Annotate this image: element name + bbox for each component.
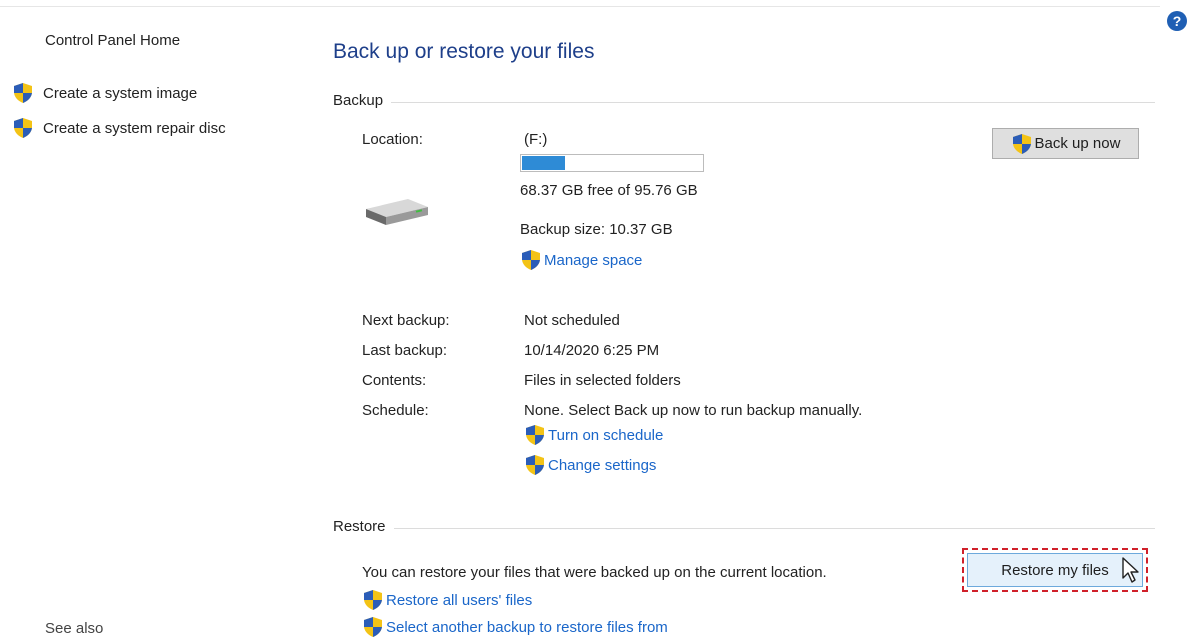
select-another-backup-link[interactable]: Select another backup to restore files f… — [362, 616, 668, 638]
sidebar-item-label: Create a system image — [43, 84, 198, 102]
back-up-now-label: Back up now — [1034, 135, 1121, 152]
location-label: Location: — [362, 131, 423, 148]
drive-usage-fill — [522, 156, 566, 170]
contents-label: Contents: — [362, 372, 427, 389]
shield-icon — [362, 589, 384, 611]
schedule-value: None. Select Back up now to run backup m… — [524, 402, 863, 419]
restore-my-files-button[interactable]: Restore my files — [967, 553, 1143, 587]
manage-space-link[interactable]: Manage space — [520, 249, 642, 271]
last-backup-label: Last backup: — [362, 342, 448, 359]
back-up-now-button[interactable]: Back up now — [992, 128, 1139, 159]
restore-all-users-files-label: Restore all users' files — [386, 591, 533, 609]
drive-icon — [362, 195, 430, 229]
shield-icon — [520, 249, 542, 271]
turn-on-schedule-label: Turn on schedule — [548, 426, 664, 444]
shield-icon — [524, 454, 546, 476]
shield-icon — [12, 117, 34, 139]
backup-section-divider — [333, 102, 1155, 103]
sidebar-item-label: Create a system repair disc — [43, 119, 226, 137]
restore-my-files-label: Restore my files — [1001, 561, 1109, 579]
schedule-label: Schedule: — [362, 402, 429, 419]
shield-icon — [362, 616, 384, 638]
sidebar-item-control-panel-home[interactable]: Control Panel Home — [45, 32, 180, 49]
mouse-pointer-icon — [1121, 556, 1141, 584]
change-settings-label: Change settings — [548, 456, 657, 474]
drive-usage-bar — [520, 154, 704, 172]
sidebar: Control Panel Home Create a system image… — [0, 0, 290, 637]
shield-icon — [524, 424, 546, 446]
backup-section-heading: Backup — [333, 92, 392, 109]
restore-section-divider — [333, 528, 1155, 529]
sidebar-item-create-system-image[interactable]: Create a system image — [12, 82, 197, 104]
turn-on-schedule-link[interactable]: Turn on schedule — [524, 424, 663, 446]
manage-space-label: Manage space — [544, 251, 643, 269]
shield-icon — [12, 82, 34, 104]
free-space-text: 68.37 GB free of 95.76 GB — [520, 182, 698, 199]
restore-description: You can restore your files that were bac… — [362, 564, 827, 581]
restore-section-heading: Restore — [333, 518, 394, 535]
next-backup-label: Next backup: — [362, 312, 450, 329]
select-another-backup-label: Select another backup to restore files f… — [386, 618, 668, 636]
sidebar-see-also-heading: See also — [45, 620, 104, 637]
help-icon[interactable]: ? — [1167, 11, 1187, 31]
sidebar-item-create-repair-disc[interactable]: Create a system repair disc — [12, 117, 226, 139]
last-backup-value: 10/14/2020 6:25 PM — [524, 342, 660, 359]
shield-icon — [1011, 133, 1033, 155]
location-value: (F:) — [524, 131, 548, 148]
backup-size-text: Backup size: 10.37 GB — [520, 221, 673, 238]
next-backup-value: Not scheduled — [524, 312, 620, 329]
change-settings-link[interactable]: Change settings — [524, 454, 656, 476]
page-title: Back up or restore your files — [333, 40, 595, 63]
contents-value: Files in selected folders — [524, 372, 681, 389]
restore-all-users-files-link[interactable]: Restore all users' files — [362, 589, 532, 611]
